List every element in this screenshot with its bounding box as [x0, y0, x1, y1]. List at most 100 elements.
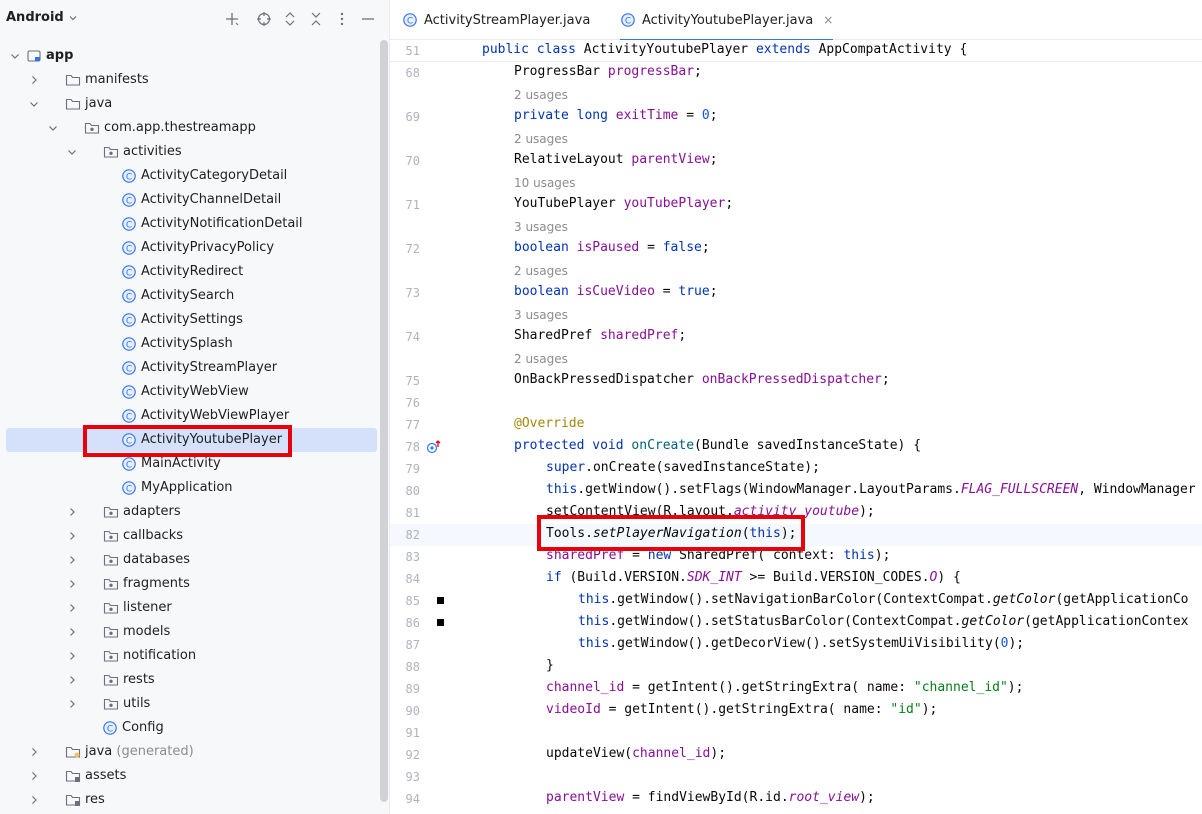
tree-item-notification[interactable]: notification	[6, 644, 377, 668]
usages-hint-text[interactable]: 10 usages	[514, 176, 576, 190]
tree-item-activities[interactable]: activities	[6, 140, 377, 164]
usages-hint-text[interactable]: 3 usages	[514, 220, 568, 234]
code-line[interactable]: 88}	[390, 656, 1202, 678]
tree-item-adapters[interactable]: adapters	[6, 500, 377, 524]
tree-item-activityprivacypolicy[interactable]: C ActivityPrivacyPolicy	[6, 236, 377, 260]
usages-hint[interactable]: 10 usages	[390, 172, 1202, 194]
tree-item-activitysplash[interactable]: C ActivitySplash	[6, 332, 377, 356]
add-icon[interactable]	[222, 9, 242, 29]
minimize-icon[interactable]	[358, 9, 378, 29]
tree-item-assets[interactable]: assets	[6, 764, 377, 788]
chevron-right-icon[interactable]	[28, 746, 40, 758]
code-line[interactable]: 91	[390, 722, 1202, 744]
code-line[interactable]: 69 private long exitTime = 0;	[390, 106, 1202, 128]
project-tree-scrollbar[interactable]	[380, 40, 388, 802]
code-line[interactable]: 89 channel_id = getIntent().getStringExtr…	[390, 678, 1202, 700]
target-icon[interactable]	[254, 9, 274, 29]
sticky-scroll-header[interactable]: 51 public class ActivityYoutubePlayer ex…	[390, 40, 1202, 62]
tree-item-myapplication[interactable]: C MyApplication	[6, 476, 377, 500]
tab-activity-stream-player[interactable]: C ActivityStreamPlayer.java	[402, 0, 590, 40]
usages-hint-text[interactable]: 2 usages	[514, 88, 568, 102]
code-line[interactable]: 72 boolean isPaused = false;	[390, 238, 1202, 260]
tree-item-activitywebview[interactable]: C ActivityWebView	[6, 380, 377, 404]
usages-hint-text[interactable]: 2 usages	[514, 352, 568, 366]
code-line[interactable]: 78 protected void onCreate(Bundle savedIn…	[390, 436, 1202, 458]
chevron-right-icon[interactable]	[66, 602, 78, 614]
tree-item-activitycategorydetail[interactable]: C ActivityCategoryDetail	[6, 164, 377, 188]
tree-item-java[interactable]: java	[6, 92, 377, 116]
tree-item-databases[interactable]: databases	[6, 548, 377, 572]
tree-item-java[interactable]: java (generated)	[6, 740, 377, 764]
usages-hint[interactable]: 2 usages	[390, 260, 1202, 282]
usages-hint[interactable]: 3 usages	[390, 304, 1202, 326]
code-line[interactable]: 79 super.onCreate(savedInstanceState);	[390, 458, 1202, 480]
tree-item-fragments[interactable]: fragments	[6, 572, 377, 596]
more-vertical-icon[interactable]	[332, 9, 352, 29]
tree-item-com-app-thestreamapp[interactable]: com.app.thestreamapp	[6, 116, 377, 140]
tree-item-activitysearch[interactable]: C ActivitySearch	[6, 284, 377, 308]
code-line[interactable]: 84 if (Build.VERSION.SDK_INT >= Build.VER…	[390, 568, 1202, 590]
code-line[interactable]: 75 OnBackPressedDispatcher onBackPressedD…	[390, 370, 1202, 392]
usages-hint[interactable]: 2 usages	[390, 84, 1202, 106]
chevron-right-icon[interactable]	[66, 650, 78, 662]
code-line[interactable]: 87 this.getWindow().getDecorView().setSys…	[390, 634, 1202, 656]
code-line[interactable]: 92 updateView(channel_id);	[390, 744, 1202, 766]
usages-hint-text[interactable]: 3 usages	[514, 308, 568, 322]
usages-hint[interactable]: 3 usages	[390, 216, 1202, 238]
tree-item-config[interactable]: C Config	[6, 716, 377, 740]
tree-item-res[interactable]: res	[6, 788, 377, 812]
project-view-selector[interactable]: Android	[6, 10, 78, 25]
tree-item-manifests[interactable]: manifests	[6, 68, 377, 92]
usages-hint-text[interactable]: 2 usages	[514, 264, 568, 278]
code-line[interactable]: 76	[390, 392, 1202, 414]
code-area[interactable]: 51 public class ActivityYoutubePlayer ex…	[390, 40, 1202, 814]
tree-item-activitysettings[interactable]: C ActivitySettings	[6, 308, 377, 332]
code-line[interactable]: 80 this.getWindow().setFlags(WindowManage…	[390, 480, 1202, 502]
tree-item-activityredirect[interactable]: C ActivityRedirect	[6, 260, 377, 284]
tree-item-activitystreamplayer[interactable]: C ActivityStreamPlayer	[6, 356, 377, 380]
code-line[interactable]: 85 this.getWindow().setNavigationBarColor…	[390, 590, 1202, 612]
close-tab-icon[interactable]: ×	[823, 13, 833, 27]
close-icon[interactable]	[306, 9, 326, 29]
code-line[interactable]: 77 @Override	[390, 414, 1202, 436]
tree-item-callbacks[interactable]: callbacks	[6, 524, 377, 548]
tree-item-activitynotificationdetail[interactable]: C ActivityNotificationDetail	[6, 212, 377, 236]
chevron-down-icon[interactable]	[47, 122, 59, 134]
chevron-right-icon[interactable]	[66, 578, 78, 590]
expand-collapse-icon[interactable]	[280, 9, 300, 29]
usages-hint[interactable]: 2 usages	[390, 128, 1202, 150]
code-line[interactable]: 93	[390, 766, 1202, 788]
code-line[interactable]: 86 this.getWindow().setStatusBarColor(Con…	[390, 612, 1202, 634]
chevron-right-icon[interactable]	[66, 530, 78, 542]
chevron-right-icon[interactable]	[66, 698, 78, 710]
chevron-right-icon[interactable]	[66, 506, 78, 518]
tree-item-activitychanneldetail[interactable]: C ActivityChannelDetail	[6, 188, 377, 212]
color-swatch-icon[interactable]	[437, 619, 444, 626]
code-line[interactable]: 70 RelativeLayout parentView;	[390, 150, 1202, 172]
chevron-right-icon[interactable]	[66, 626, 78, 638]
code-line[interactable]: 71 YouTubePlayer youTubePlayer;	[390, 194, 1202, 216]
tree-item-listener[interactable]: listener	[6, 596, 377, 620]
override-method-icon[interactable]	[426, 439, 442, 455]
chevron-down-icon[interactable]	[66, 146, 78, 158]
code-line[interactable]: 73 boolean isCueVideo = true;	[390, 282, 1202, 304]
color-swatch-icon[interactable]	[437, 597, 444, 604]
usages-hint[interactable]: 2 usages	[390, 348, 1202, 370]
chevron-right-icon[interactable]	[28, 770, 40, 782]
chevron-right-icon[interactable]	[28, 794, 40, 806]
code-line[interactable]: 68 ProgressBar progressBar;	[390, 62, 1202, 84]
chevron-right-icon[interactable]	[28, 74, 40, 86]
chevron-right-icon[interactable]	[66, 554, 78, 566]
code-line[interactable]: 90 videoId = getIntent().getStringExtra( …	[390, 700, 1202, 722]
chevron-down-icon[interactable]	[9, 50, 21, 62]
chevron-right-icon[interactable]	[66, 674, 78, 686]
tree-item-app[interactable]: app	[6, 44, 377, 68]
tab-activity-youtube-player[interactable]: C ActivityYoutubePlayer.java ×	[620, 0, 834, 41]
tree-item-models[interactable]: models	[6, 620, 377, 644]
tree-item-utils[interactable]: utils	[6, 692, 377, 716]
code-line[interactable]: 94 parentView = findViewById(R.id.root_vi…	[390, 788, 1202, 810]
tree-item-rests[interactable]: rests	[6, 668, 377, 692]
chevron-down-icon[interactable]	[28, 98, 40, 110]
usages-hint-text[interactable]: 2 usages	[514, 132, 568, 146]
code-line[interactable]: 74 SharedPref sharedPref;	[390, 326, 1202, 348]
